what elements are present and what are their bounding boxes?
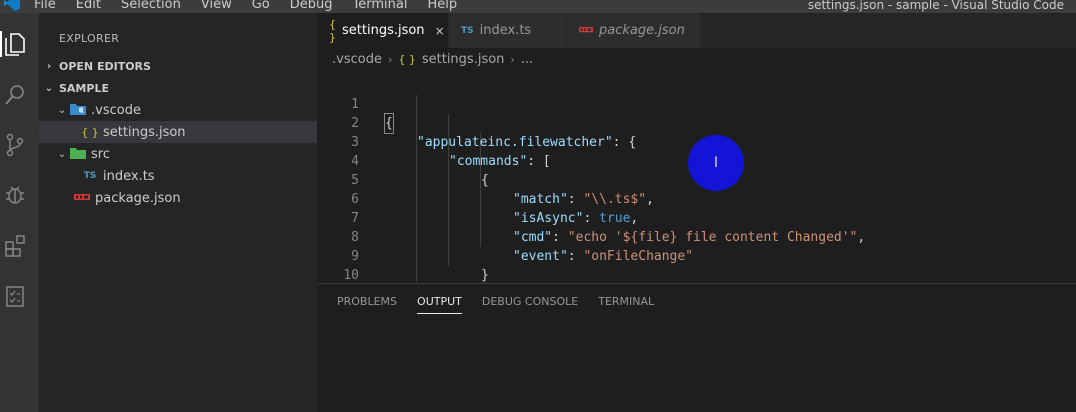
search-icon[interactable] — [4, 82, 26, 108]
code-line: 2 "appulateinc.filewatcher": { — [317, 95, 1076, 150]
chevron-right-icon: › — [46, 60, 52, 72]
explorer-title: EXPLORER — [59, 32, 120, 45]
tab-package-json[interactable]: package.json — [567, 13, 701, 48]
code-line: 8 "event": "onFileChange" — [317, 209, 1076, 264]
npm-icon — [579, 24, 593, 37]
tab-problems[interactable]: PROBLEMS — [337, 294, 397, 314]
explorer-sidebar: EXPLORER › OPEN EDITORS ⌄ SAMPLE ⌄ .vsco… — [39, 13, 317, 412]
window-title: settings.json - sample - Visual Studio C… — [807, 0, 1064, 12]
tree-item-src[interactable]: ⌄ src — [39, 143, 317, 165]
npm-icon — [73, 192, 91, 205]
vscode-folder-icon — [69, 102, 87, 119]
code-line: 10 ] — [317, 247, 1076, 282]
menu-file[interactable]: File — [34, 0, 56, 13]
bottom-panel: PROBLEMS OUTPUT DEBUG CONSOLE TERMINAL — [317, 283, 1076, 412]
text-cursor-icon: I — [713, 155, 719, 171]
title-bar: File Edit Selection View Go Debug Termin… — [0, 0, 1076, 13]
open-editors-section[interactable]: › OPEN EDITORS — [39, 55, 317, 77]
open-editors-label: OPEN EDITORS — [59, 59, 151, 73]
tab-label: package.json — [599, 23, 685, 38]
menu-debug[interactable]: Debug — [290, 0, 333, 13]
chevron-right-icon: › — [387, 52, 393, 66]
chevron-right-icon: › — [510, 52, 515, 66]
code-line: 3 "commands": [ — [317, 114, 1076, 169]
menu-help[interactable]: Help — [427, 0, 457, 13]
extensions-icon[interactable] — [4, 233, 26, 259]
workspace-section[interactable]: ⌄ SAMPLE — [39, 77, 317, 99]
breadcrumb: .vscode › { } settings.json › ... — [317, 48, 1076, 70]
chevron-down-icon: ⌄ — [57, 104, 67, 116]
editor-tabs: { } settings.json × TS index.ts package.… — [317, 13, 1076, 48]
chevron-down-icon: ⌄ — [57, 148, 67, 160]
code-line: 9 } — [317, 228, 1076, 282]
tree-item-package-json[interactable]: package.json — [39, 187, 317, 209]
code-line: 1 { — [317, 76, 1076, 134]
menu-view[interactable]: View — [201, 0, 232, 13]
tab-label: index.ts — [479, 23, 532, 38]
checklist-icon[interactable] — [4, 283, 26, 309]
chevron-down-icon: ⌄ — [44, 82, 54, 94]
ts-file-icon: TS — [461, 25, 474, 36]
tab-settings-json[interactable]: { } settings.json × — [317, 13, 449, 48]
tab-output[interactable]: OUTPUT — [417, 294, 462, 314]
menu-go[interactable]: Go — [252, 0, 270, 13]
tree-item-label: index.ts — [103, 168, 155, 184]
menu-edit[interactable]: Edit — [76, 0, 101, 13]
source-control-icon[interactable] — [4, 132, 26, 158]
code-line: 7 "cmd": "echo '${file} file content Cha… — [317, 190, 1076, 245]
close-icon[interactable]: × — [435, 24, 445, 38]
tree-item-settings-json[interactable]: { } settings.json — [39, 121, 317, 143]
tree-item-label: .vscode — [91, 102, 141, 118]
breadcrumb-file[interactable]: settings.json — [422, 52, 505, 67]
vscode-logo-icon — [4, 0, 20, 11]
breadcrumb-symbol[interactable]: ... — [521, 52, 533, 67]
menu-selection[interactable]: Selection — [121, 0, 181, 13]
breadcrumb-folder[interactable]: .vscode — [332, 52, 382, 67]
panel-tabs: PROBLEMS OUTPUT DEBUG CONSOLE TERMINAL — [337, 294, 674, 314]
activity-bar — [0, 13, 39, 412]
json-file-icon: { } — [398, 52, 416, 66]
json-file-icon: { } — [329, 17, 336, 44]
tree-item-index-ts[interactable]: TS index.ts — [39, 165, 317, 187]
ts-file-icon: TS — [83, 171, 97, 181]
mouse-cursor-highlight: I — [688, 135, 744, 191]
code-line: 11 }, — [317, 266, 1076, 282]
workspace-label: SAMPLE — [59, 81, 109, 95]
tab-debug-console[interactable]: DEBUG CONSOLE — [482, 294, 578, 314]
debug-icon[interactable] — [4, 182, 26, 208]
json-file-icon: { } — [81, 125, 99, 139]
tree-item-vscode[interactable]: ⌄ .vscode — [39, 99, 317, 121]
menu-bar: File Edit Selection View Go Debug Termin… — [34, 0, 477, 13]
files-icon[interactable] — [0, 31, 26, 57]
menu-terminal[interactable]: Terminal — [353, 0, 408, 13]
tab-label: settings.json — [342, 23, 425, 38]
src-folder-icon — [69, 146, 87, 163]
tree-item-label: settings.json — [103, 124, 186, 140]
tab-index-ts[interactable]: TS index.ts — [449, 13, 567, 48]
tab-terminal[interactable]: TERMINAL — [598, 294, 654, 314]
tree-item-label: src — [91, 146, 110, 162]
tree-item-label: package.json — [95, 190, 181, 206]
